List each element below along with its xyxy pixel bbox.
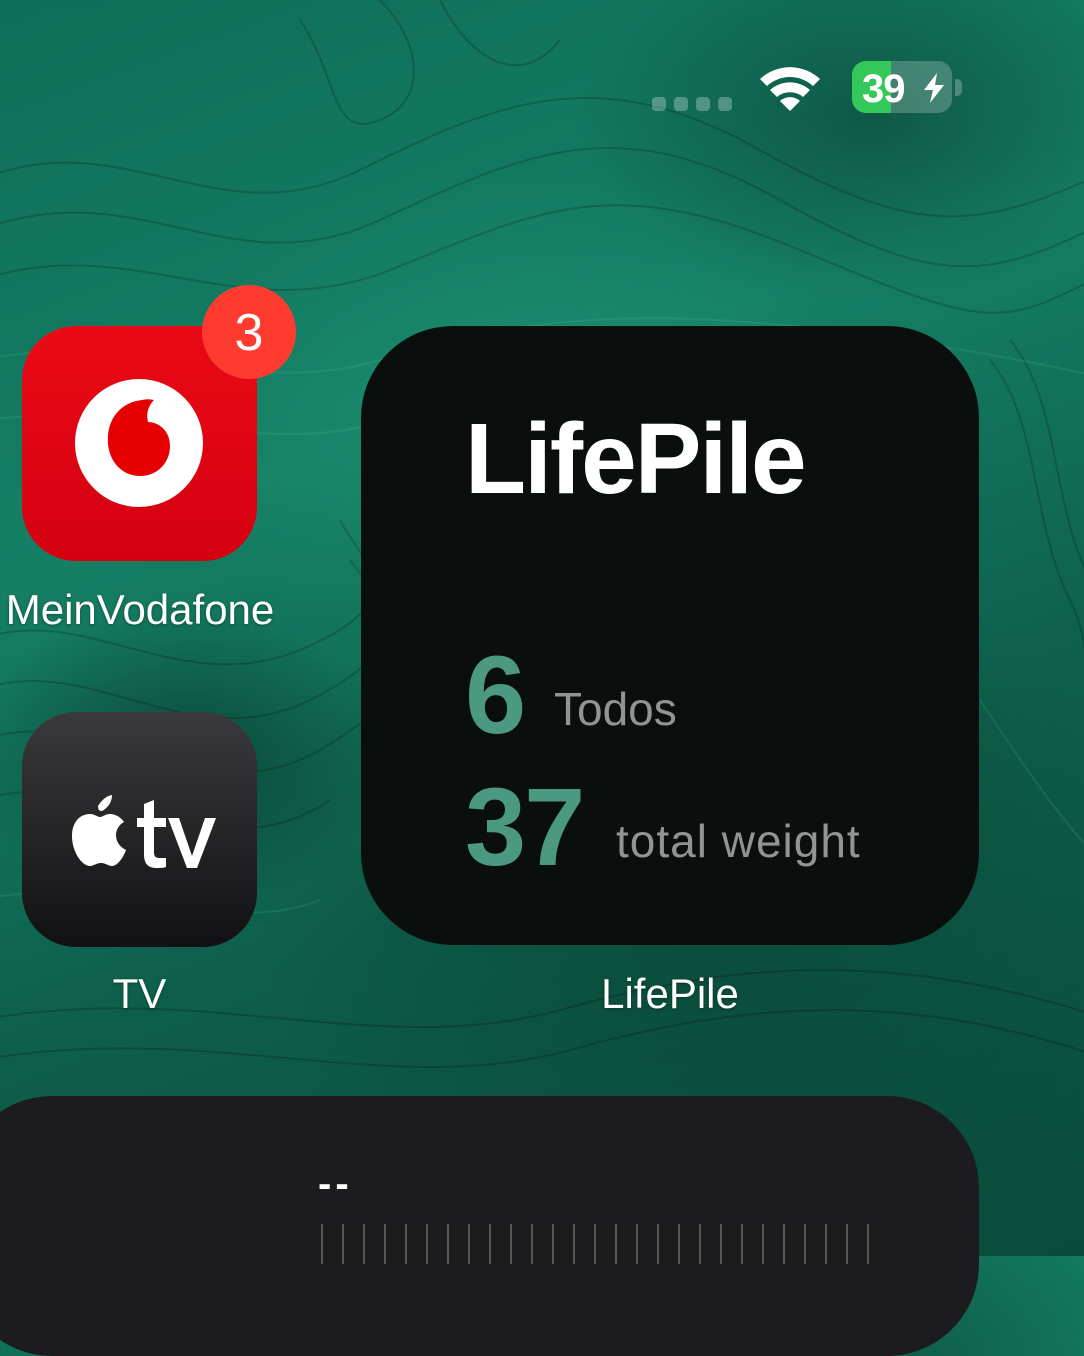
signal-dot (652, 97, 666, 111)
mein-vodafone-app-label: MeinVodafone (5, 586, 275, 633)
battery-indicator: 39 (852, 61, 952, 113)
signal-dot (674, 97, 688, 111)
apple-tv-icon (72, 795, 216, 868)
notification-badge: 3 (202, 285, 296, 379)
lifepile-widget-label: LifePile (601, 970, 739, 1017)
battery-percent: 39 (862, 67, 905, 111)
vodafone-logo-icon (75, 379, 203, 507)
signal-dot (696, 97, 710, 111)
bolt-icon (924, 73, 944, 103)
lifepile-widget[interactable]: LifePile 6 Todos 37 total weight (361, 326, 979, 945)
tv-app-icon[interactable] (22, 712, 257, 947)
tick-scale (321, 1224, 869, 1264)
battery-cap (955, 79, 962, 96)
total-weight-value: 37 (465, 766, 585, 889)
wifi-icon (760, 67, 820, 111)
cellular-signal-indicator (652, 97, 732, 111)
tv-app-label: TV (112, 970, 167, 1017)
todos-label: Todos (554, 683, 677, 735)
widget-value-placeholder: -- (318, 1162, 353, 1206)
bottom-widget[interactable]: -- (0, 1096, 979, 1356)
widget-title: LifePile (465, 403, 807, 515)
todos-count: 6 (465, 634, 527, 757)
signal-dot (718, 97, 732, 111)
total-weight-label: total weight (616, 815, 861, 867)
